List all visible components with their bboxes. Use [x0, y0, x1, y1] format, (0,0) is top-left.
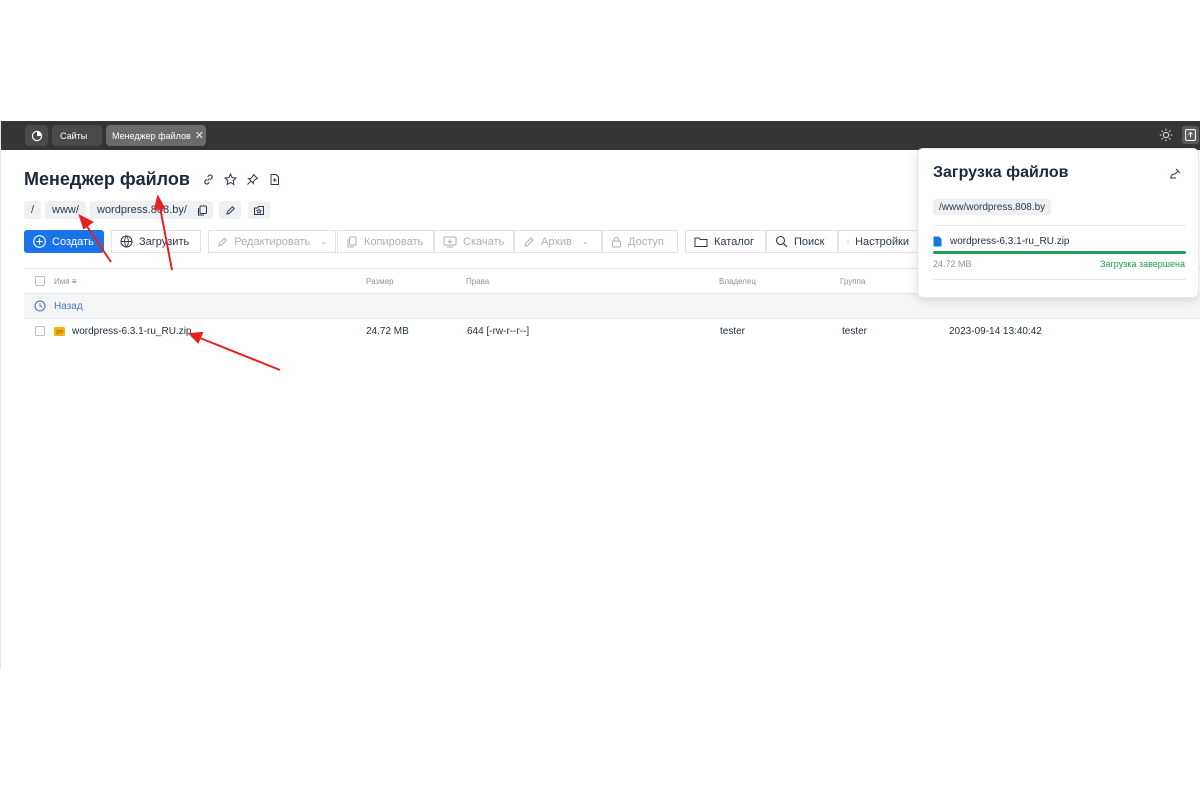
- divider: [933, 279, 1186, 280]
- globe-upload-icon: [120, 235, 133, 248]
- pencil-icon: [218, 237, 228, 246]
- upload-button[interactable]: Загрузить: [111, 230, 201, 253]
- archive-label: Архив: [541, 235, 572, 248]
- column-name[interactable]: Имя ≡: [54, 277, 77, 286]
- upload-progress-bar: [933, 251, 1186, 254]
- file-rights: 644 [-rw-r--r--]: [467, 326, 530, 337]
- copy-icon: [347, 236, 357, 247]
- upload-path: /www/wordpress.808.by: [933, 199, 1052, 215]
- upload-file-name: wordpress-6.3.1-ru_RU.zip: [950, 236, 1070, 247]
- gear-icon: [847, 240, 849, 243]
- plus-circle-icon: [33, 235, 46, 248]
- file-size: 24.72 MB: [366, 326, 409, 337]
- title-actions: [200, 171, 282, 187]
- file-modified: 2023-09-14 13:40:42: [949, 326, 1042, 337]
- search-button[interactable]: Поиск: [766, 230, 838, 253]
- lock-icon: [612, 236, 621, 247]
- breadcrumb-root-label: /: [31, 204, 35, 216]
- zip-file-icon: ZIP: [54, 327, 65, 339]
- column-owner[interactable]: Владелец: [719, 277, 756, 286]
- search-icon: [775, 235, 788, 248]
- back-clock-icon: [34, 300, 46, 315]
- star-icon[interactable]: [222, 171, 238, 187]
- breadcrumb-www-label: www/: [52, 204, 79, 216]
- close-icon[interactable]: ✕: [195, 129, 204, 142]
- search-label: Поиск: [794, 235, 825, 248]
- settings-label: Настройки: [855, 235, 909, 248]
- clear-uploads-icon[interactable]: [1168, 166, 1184, 182]
- breadcrumb-site[interactable]: wordpress.808.by/: [90, 201, 194, 219]
- sun-icon[interactable]: [1159, 128, 1173, 142]
- chevron-down-icon: ⌄: [320, 237, 327, 246]
- column-size[interactable]: Размер: [366, 277, 394, 286]
- breadcrumb-root[interactable]: /: [24, 201, 42, 219]
- bookmark-path-icon[interactable]: [248, 201, 270, 219]
- pencil-icon: [524, 236, 534, 247]
- upload-progress-fill: [933, 251, 1186, 254]
- sort-icon: ≡: [71, 277, 77, 286]
- column-rights[interactable]: Права: [466, 277, 489, 286]
- svg-text:ZIP: ZIP: [56, 330, 63, 336]
- column-name-label: Имя: [54, 277, 70, 286]
- file-name[interactable]: wordpress-6.3.1-ru_RU.zip: [72, 326, 192, 337]
- page-title: Менеджер файлов: [24, 169, 190, 189]
- breadcrumb-www[interactable]: www/: [45, 201, 86, 219]
- file-group: tester: [842, 326, 868, 337]
- upload-label: Загрузить: [139, 235, 190, 248]
- create-label: Создать: [52, 235, 94, 248]
- download-label: Скачать: [463, 235, 505, 248]
- access-label: Доступ: [628, 235, 664, 248]
- row-checkbox[interactable]: [35, 326, 45, 336]
- pin-icon[interactable]: [244, 171, 260, 187]
- download-icon: [443, 236, 457, 247]
- download-button[interactable]: Скачать: [434, 230, 514, 253]
- top-bar: Сайты Менеджер файлов ✕: [1, 121, 1200, 150]
- settings-button[interactable]: Настройки: [838, 230, 918, 253]
- tab-sites[interactable]: Сайты: [52, 125, 102, 146]
- document-icon[interactable]: [266, 171, 282, 187]
- upload-panel: Загрузка файлов /www/wordpress.808.by wo…: [917, 148, 1199, 298]
- upload-queue-icon[interactable]: [1182, 126, 1199, 144]
- table-row[interactable]: ZIP wordpress-6.3.1-ru_RU.zip 24.72 MB 6…: [24, 319, 1200, 343]
- dashboard-gauge-icon[interactable]: [25, 125, 48, 146]
- create-button[interactable]: Создать: [24, 230, 104, 253]
- upload-panel-title: Загрузка файлов: [933, 164, 1069, 181]
- upload-file-size: 24.72 MB: [933, 259, 972, 269]
- copy-label: Копировать: [364, 235, 424, 248]
- tab-file-manager[interactable]: Менеджер файлов ✕: [106, 125, 206, 146]
- select-all-checkbox[interactable]: [35, 276, 45, 286]
- copy-button[interactable]: Копировать: [337, 230, 434, 253]
- upload-status: Загрузка завершена: [1100, 259, 1185, 269]
- catalog-label: Каталог: [714, 235, 754, 248]
- tab-file-manager-label: Менеджер файлов: [112, 130, 191, 141]
- archive-button[interactable]: Архив ⌄: [514, 230, 602, 253]
- back-label: Назад: [54, 301, 83, 312]
- upload-file-item: wordpress-6.3.1-ru_RU.zip: [933, 236, 1070, 247]
- edit-button[interactable]: Редактировать ⌄: [208, 230, 336, 253]
- chevron-down-icon: ⌄: [581, 237, 589, 246]
- column-group[interactable]: Группа: [840, 277, 865, 286]
- link-icon[interactable]: [200, 171, 216, 187]
- edit-path-icon[interactable]: [219, 201, 241, 219]
- file-owner: tester: [720, 326, 746, 337]
- edit-label: Редактировать: [234, 235, 311, 248]
- copy-path-icon[interactable]: [191, 201, 213, 219]
- folder-icon: [694, 237, 708, 247]
- catalog-button[interactable]: Каталог: [685, 230, 766, 253]
- breadcrumb-site-label: wordpress.808.by/: [97, 204, 187, 216]
- tab-sites-label: Сайты: [60, 130, 88, 141]
- file-icon: [933, 236, 942, 247]
- divider: [933, 225, 1186, 226]
- access-button[interactable]: Доступ: [602, 230, 678, 253]
